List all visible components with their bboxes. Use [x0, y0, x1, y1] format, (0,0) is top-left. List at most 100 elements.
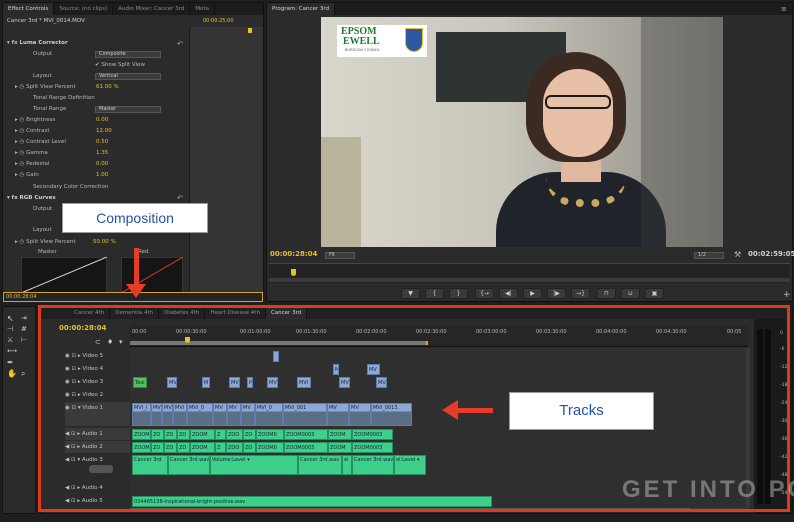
- stopwatch-icon[interactable]: ◷: [20, 139, 25, 145]
- split-view-percent-value[interactable]: 61.00 %: [96, 82, 119, 92]
- split-view-divider: [641, 17, 723, 247]
- contrast-level-value[interactable]: 0.50: [96, 137, 108, 147]
- checkbox-icon[interactable]: ✔: [95, 62, 100, 68]
- play-button[interactable]: ▶: [523, 288, 542, 299]
- go-to-in-button[interactable]: {→: [475, 288, 494, 299]
- gain-value[interactable]: 1.00: [96, 170, 108, 180]
- gamma-label: Gamma: [26, 150, 48, 156]
- composition-arrow-head: [126, 284, 146, 298]
- plant-background: [321, 137, 361, 247]
- contrast-value[interactable]: 12.00: [96, 126, 112, 136]
- rgb-curves-label: RGB Curves: [19, 195, 56, 201]
- fx-icon[interactable]: ▾ fx: [7, 195, 20, 201]
- glasses: [545, 95, 611, 109]
- mark-in-button[interactable]: {: [425, 288, 444, 299]
- tab-effect-controls[interactable]: Effect Controls: [3, 3, 55, 15]
- track-select-tool-icon[interactable]: ⇥: [21, 314, 27, 322]
- tab-program[interactable]: Program: Cancer 3rd: [267, 3, 336, 15]
- stopwatch-icon[interactable]: ◷: [20, 239, 25, 245]
- output-label: Output: [33, 51, 53, 57]
- pedestal-value[interactable]: 0.00: [96, 159, 108, 169]
- red-curve-label: Red: [138, 249, 149, 255]
- reset-icon[interactable]: ↶: [177, 194, 183, 202]
- program-scrubber[interactable]: [269, 263, 790, 283]
- layout2-label: Layout: [33, 227, 52, 233]
- fx-icon[interactable]: ▾ fx: [7, 40, 20, 46]
- tab-metadata[interactable]: Meta: [190, 3, 215, 15]
- slide-tool-icon[interactable]: ⟷: [7, 347, 17, 355]
- tonal-range-definition[interactable]: Tonal Range Definition: [33, 93, 95, 103]
- program-tabbar: Program: Cancer 3rd: [267, 3, 792, 15]
- mark-out-button[interactable]: }: [449, 288, 468, 299]
- playhead-icon[interactable]: [291, 269, 296, 276]
- effect-controls-tabbar: Effect Controls Source: (no clips) Audio…: [3, 3, 263, 15]
- tracks-arrow-shaft: [457, 408, 493, 413]
- contrast-label: Contrast: [26, 128, 50, 134]
- split-view-percent-row: ▸ ◷ Split View Percent: [15, 84, 76, 90]
- logo-text-line2: EWELL: [343, 36, 380, 47]
- stopwatch-icon[interactable]: ◷: [20, 172, 25, 178]
- composition-annotation: Composition: [62, 203, 208, 233]
- contrast-level-row: ▸ ◷ Contrast Level: [15, 139, 66, 145]
- crest-icon: [405, 28, 423, 52]
- ripple-edit-tool-icon[interactable]: ⊣: [7, 325, 13, 333]
- go-to-out-button[interactable]: →}: [571, 288, 590, 299]
- gamma-row: ▸ ◷ Gamma: [15, 150, 48, 156]
- secondary-color-correction[interactable]: Secondary Color Correction: [33, 182, 108, 192]
- export-frame-button[interactable]: ▣: [645, 288, 664, 299]
- split-view-percent2-row: ▸ ◷ Split View Percent: [15, 239, 76, 245]
- tab-audio-mixer[interactable]: Audio Mixer: Cancer 3rd: [113, 3, 191, 15]
- add-marker-button[interactable]: ▼: [401, 288, 420, 299]
- pedestal-label: Pedestal: [26, 161, 50, 167]
- brightness-value[interactable]: 0.00: [96, 115, 108, 125]
- split-view-percent-label: Split View Percent: [26, 84, 76, 90]
- tonal-range-dropdown[interactable]: Master: [95, 106, 161, 113]
- contrast-level-label: Contrast Level: [26, 139, 66, 145]
- selection-tool-icon[interactable]: ↖: [7, 314, 14, 323]
- hand-tool-icon[interactable]: ✋: [7, 369, 17, 378]
- video-frame: EPSOM EWELL BOROUGH COUNCIL: [321, 17, 723, 247]
- razor-tool-icon[interactable]: ⚔: [7, 336, 13, 344]
- pedestal-row: ▸ ◷ Pedestal: [15, 161, 50, 167]
- stopwatch-icon[interactable]: ◷: [20, 161, 25, 167]
- luma-corrector-label: Luma Corrector: [19, 40, 68, 46]
- stopwatch-icon[interactable]: ◷: [20, 84, 25, 90]
- output-dropdown[interactable]: Composite: [95, 51, 161, 58]
- stopwatch-icon[interactable]: ◷: [20, 117, 25, 123]
- reset-icon[interactable]: ↶: [177, 40, 183, 48]
- show-split-view-row[interactable]: ✔ Show Split View: [95, 60, 145, 70]
- stopwatch-icon[interactable]: ◷: [20, 128, 25, 134]
- fit-dropdown[interactable]: Fit: [325, 252, 355, 259]
- resolution-dropdown[interactable]: 1/2: [694, 252, 724, 259]
- tools-panel: ↖ ⇥ ⊣ # ⚔ ⊢ ⟷ ✒ ✋ ⌕: [2, 306, 36, 514]
- step-forward-button[interactable]: |▶: [547, 288, 566, 299]
- split-view-percent2-value[interactable]: 50.00 %: [93, 237, 116, 247]
- program-timecode-duration: 00:02:59:05: [748, 250, 794, 258]
- tab-source[interactable]: Source: (no clips): [54, 3, 114, 15]
- add-button-icon[interactable]: +: [783, 290, 791, 300]
- panel-menu-icon[interactable]: ≡: [781, 5, 787, 13]
- master-curve-label: Master: [38, 249, 57, 255]
- logo-text-line3: BOROUGH COUNCIL: [345, 48, 381, 52]
- rolling-edit-tool-icon[interactable]: #: [21, 325, 27, 333]
- layout-dropdown[interactable]: Vertical: [95, 73, 161, 80]
- gain-label: Gain: [26, 172, 39, 178]
- output2-label: Output: [33, 206, 53, 212]
- ec-playhead-marker[interactable]: [248, 28, 252, 33]
- composition-arrow-shaft: [134, 248, 139, 286]
- step-back-button[interactable]: ◀|: [499, 288, 518, 299]
- extract-button[interactable]: ⊔: [621, 288, 640, 299]
- master-curve-graph[interactable]: [21, 257, 107, 293]
- zoom-tool-icon[interactable]: ⌕: [21, 369, 25, 379]
- pen-tool-icon[interactable]: ✒: [7, 358, 14, 367]
- ec-timecode-top: 00:00:25:00: [203, 18, 234, 24]
- slip-tool-icon[interactable]: ⊢: [21, 336, 27, 344]
- brightness-label: Brightness: [26, 117, 56, 123]
- wrench-icon[interactable]: ⚒: [734, 250, 741, 259]
- contrast-row: ▸ ◷ Contrast: [15, 128, 50, 134]
- scrubber-track: [269, 278, 790, 282]
- stopwatch-icon[interactable]: ◷: [20, 150, 25, 156]
- lift-button[interactable]: ⊓: [597, 288, 616, 299]
- split-view-percent2-label: Split View Percent: [26, 239, 76, 245]
- gamma-value[interactable]: 1.35: [96, 148, 108, 158]
